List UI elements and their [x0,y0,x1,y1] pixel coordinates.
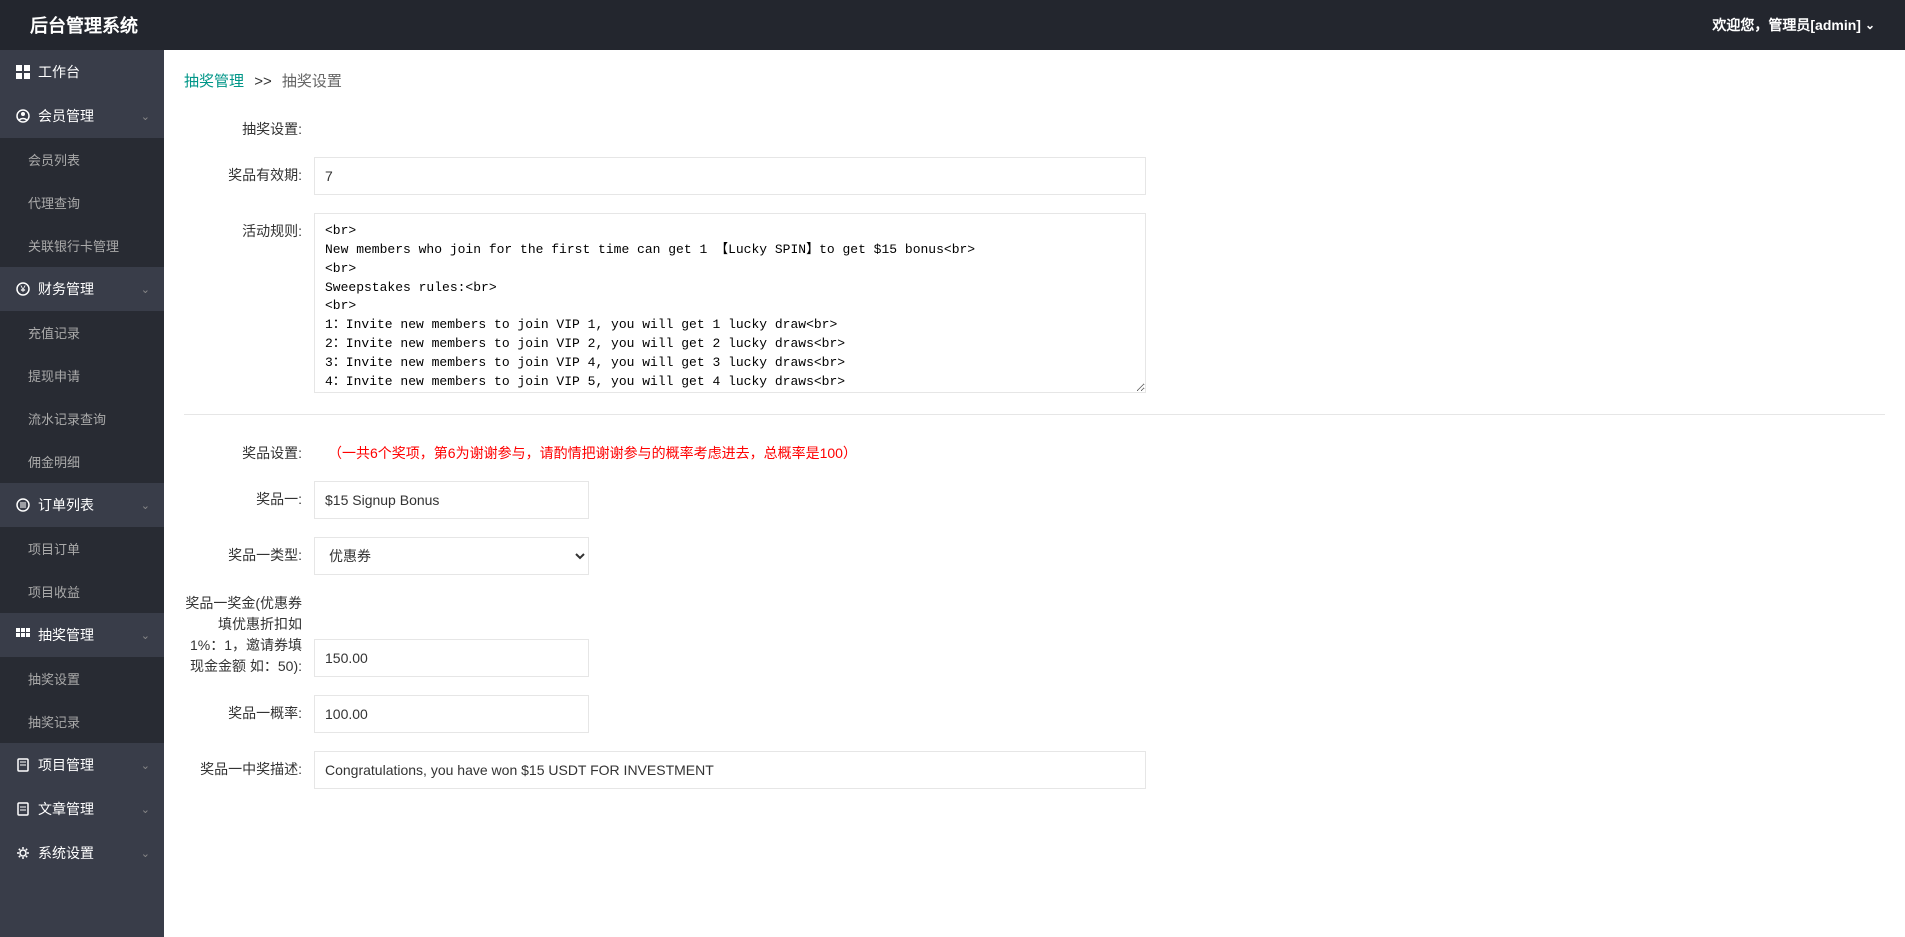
prize1-amount-input[interactable] [314,639,589,677]
document-icon [14,802,32,816]
sidebar-item-article-mgmt[interactable]: 文章管理 ⌄ [0,787,164,831]
chevron-down-icon: ⌄ [141,629,150,642]
sidebar-item-label: 佣金明细 [28,452,80,471]
rules-textarea[interactable] [314,213,1146,393]
sidebar-item-lottery-settings[interactable]: 抽奖设置 [0,657,164,700]
chevron-down-icon: ⌄ [141,759,150,772]
chevron-down-icon: ⌄ [1865,18,1875,32]
breadcrumb-parent[interactable]: 抽奖管理 [184,73,244,90]
sidebar-item-project-mgmt[interactable]: 项目管理 ⌄ [0,743,164,787]
section-title-label: 抽奖设置: [184,111,314,139]
sidebar-item-label: 项目收益 [28,582,80,601]
sidebar-item-members[interactable]: 会员管理 ⌄ [0,94,164,138]
sidebar-item-label: 会员列表 [28,150,80,169]
sidebar-item-label: 工作台 [38,62,80,82]
sidebar-item-lottery[interactable]: 抽奖管理 ⌄ [0,613,164,657]
sidebar-item-label: 充值记录 [28,323,80,342]
sidebar-item-label: 文章管理 [38,799,94,819]
sidebar-item-finance[interactable]: ¥ 财务管理 ⌄ [0,267,164,311]
sidebar-item-label: 代理查询 [28,193,80,212]
sidebar-item-commission[interactable]: 佣金明细 [0,440,164,483]
sidebar-item-withdraw[interactable]: 提现申请 [0,354,164,397]
dashboard-icon [14,65,32,79]
list-icon [14,498,32,512]
sidebar-item-label: 订单列表 [38,495,94,515]
chevron-down-icon: ⌄ [141,803,150,816]
sidebar-item-label: 关联银行卡管理 [28,236,119,255]
chevron-down-icon: ⌄ [141,283,150,296]
sidebar-item-label: 抽奖设置 [28,669,80,688]
grid-icon [14,628,32,642]
gear-icon [14,846,32,860]
prize1-type-label: 奖品一类型: [184,537,314,565]
rules-label: 活动规则: [184,213,314,241]
main-content: 抽奖管理 >> 抽奖设置 抽奖设置: 奖品有效期: 活动规则: [164,50,1905,937]
prize1-name-input[interactable] [314,481,589,519]
user-icon [14,109,32,123]
chevron-down-icon: ⌄ [141,847,150,860]
file-icon [14,758,32,772]
prize1-probability-label: 奖品一概率: [184,695,314,723]
sidebar-item-label: 抽奖记录 [28,712,80,731]
prize1-desc-input[interactable] [314,751,1146,789]
breadcrumb-current: 抽奖设置 [282,73,342,90]
sidebar-item-flow[interactable]: 流水记录查询 [0,397,164,440]
sidebar-item-lottery-records[interactable]: 抽奖记录 [0,700,164,743]
prize1-amount-label: 奖品一奖金(优惠券填优惠折扣如1%：1，邀请券填现金金额 如：50): [184,593,314,677]
sidebar-item-label: 提现申请 [28,366,80,385]
sidebar-item-project-earnings[interactable]: 项目收益 [0,570,164,613]
prize1-type-select[interactable]: 优惠券 [314,537,589,575]
chevron-down-icon: ⌄ [141,110,150,123]
sidebar-item-project-order[interactable]: 项目订单 [0,527,164,570]
prize-settings-label: 奖品设置: [184,435,314,463]
user-menu[interactable]: 欢迎您，管理员[admin] ⌄ [1712,15,1875,35]
app-title: 后台管理系统 [30,12,138,38]
prize1-probability-input[interactable] [314,695,589,733]
sidebar-item-orders[interactable]: 订单列表 ⌄ [0,483,164,527]
divider [184,414,1885,415]
chevron-down-icon: ⌄ [141,499,150,512]
sidebar-item-label: 项目订单 [28,539,80,558]
validity-input[interactable] [314,157,1146,195]
sidebar-item-recharge[interactable]: 充值记录 [0,311,164,354]
header: 后台管理系统 欢迎您，管理员[admin] ⌄ [0,0,1905,50]
sidebar-item-system-settings[interactable]: 系统设置 ⌄ [0,831,164,875]
svg-text:¥: ¥ [19,284,26,294]
sidebar: 工作台 会员管理 ⌄ 会员列表 代理查询 关联银行卡管理 ¥ 财务管理 ⌄ 充值… [0,50,164,937]
sidebar-item-agent-query[interactable]: 代理查询 [0,181,164,224]
prize-settings-note: （一共6个奖项，第6为谢谢参与，请酌情把谢谢参与的概率考虑进去，总概率是100） [328,435,857,463]
sidebar-item-label: 流水记录查询 [28,409,106,428]
sidebar-item-label: 会员管理 [38,106,94,126]
welcome-text: 欢迎您，管理员[admin] [1712,15,1861,35]
breadcrumb-sep: >> [254,73,272,90]
validity-label: 奖品有效期: [184,157,314,185]
coin-icon: ¥ [14,282,32,296]
sidebar-item-label: 项目管理 [38,755,94,775]
sidebar-item-label: 系统设置 [38,843,94,863]
breadcrumb: 抽奖管理 >> 抽奖设置 [164,50,1905,101]
sidebar-item-member-list[interactable]: 会员列表 [0,138,164,181]
sidebar-item-label: 抽奖管理 [38,625,94,645]
sidebar-item-workbench[interactable]: 工作台 [0,50,164,94]
prize1-desc-label: 奖品一中奖描述: [184,751,314,779]
sidebar-item-bankcard[interactable]: 关联银行卡管理 [0,224,164,267]
prize1-name-label: 奖品一: [184,481,314,509]
sidebar-item-label: 财务管理 [38,279,94,299]
